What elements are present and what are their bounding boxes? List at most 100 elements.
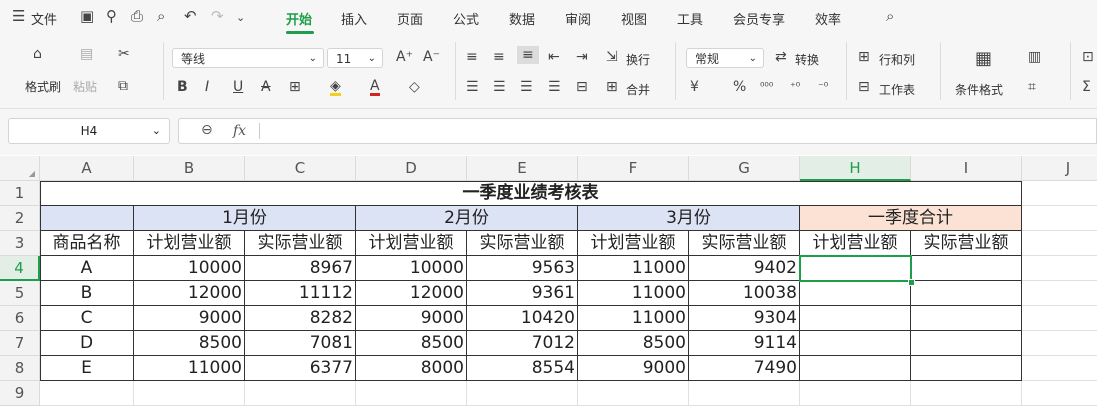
revenue-cell[interactable]: 8554: [467, 356, 578, 381]
conditional-format-icon[interactable]: ▦: [975, 48, 992, 69]
empty-cell[interactable]: [40, 381, 134, 406]
undo-icon[interactable]: ↶: [184, 7, 197, 25]
font-color-icon[interactable]: A: [370, 79, 380, 96]
zoom-icon[interactable]: ⊖: [201, 122, 213, 138]
align-bottom-icon[interactable]: ≡: [517, 46, 539, 64]
column-header-h[interactable]: H: [800, 156, 911, 181]
revenue-cell[interactable]: 11112: [245, 281, 356, 306]
product-name-cell[interactable]: A: [40, 256, 134, 281]
revenue-cell[interactable]: 10038: [689, 281, 800, 306]
align-top-icon[interactable]: ≡: [466, 49, 478, 65]
strikethrough-icon[interactable]: A: [261, 79, 271, 95]
row-header-2[interactable]: 2: [0, 206, 40, 231]
align-middle-icon[interactable]: ≡: [493, 49, 505, 65]
quarter-total-header[interactable]: 一季度合计: [800, 206, 1022, 231]
planned-revenue-header[interactable]: 计划营业额: [134, 231, 245, 256]
quarter-actual-total-cell[interactable]: [911, 256, 1022, 281]
revenue-cell[interactable]: 9563: [467, 256, 578, 281]
revenue-cell[interactable]: 9114: [689, 331, 800, 356]
column-header-f[interactable]: F: [578, 156, 689, 181]
actual-revenue-header[interactable]: 实际营业额: [245, 231, 356, 256]
thousands-icon[interactable]: ⁰⁰⁰: [760, 80, 773, 93]
month-header[interactable]: 3月份: [578, 206, 800, 231]
quick-access-dropdown-icon[interactable]: ⌄: [236, 11, 245, 24]
empty-cell[interactable]: [1022, 281, 1097, 306]
percent-icon[interactable]: %: [733, 79, 746, 95]
format-painter-label[interactable]: 格式刷: [25, 78, 61, 95]
tab-data[interactable]: 数据: [509, 9, 535, 28]
paste-label[interactable]: 粘贴: [73, 78, 97, 95]
actual-revenue-header[interactable]: 实际营业额: [689, 231, 800, 256]
save-icon[interactable]: ▣: [80, 7, 94, 25]
revenue-cell[interactable]: 8500: [578, 331, 689, 356]
row-header-6[interactable]: 6: [0, 306, 40, 331]
column-header-d[interactable]: D: [356, 156, 467, 181]
revenue-cell[interactable]: 9000: [356, 306, 467, 331]
font-name-select[interactable]: 等线 ⌄: [172, 48, 324, 68]
quarter-actual-total-cell[interactable]: [911, 356, 1022, 381]
sum-icon[interactable]: Σ: [1082, 79, 1091, 95]
border-icon[interactable]: ⊞: [289, 79, 301, 95]
row-header-9[interactable]: 9: [0, 381, 40, 406]
month-header[interactable]: 1月份: [134, 206, 356, 231]
cell-style-icon[interactable]: ▥: [1028, 49, 1041, 65]
revenue-cell[interactable]: 9402: [689, 256, 800, 281]
quarter-plan-total-cell[interactable]: [800, 281, 911, 306]
revenue-cell[interactable]: 11000: [578, 306, 689, 331]
formula-input[interactable]: ⊖ fx: [178, 118, 1097, 144]
product-name-cell[interactable]: E: [40, 356, 134, 381]
fx-icon[interactable]: fx: [233, 123, 246, 139]
quarter-plan-total-cell[interactable]: [800, 306, 911, 331]
distributed-icon[interactable]: ⊟: [576, 79, 588, 95]
row-header-4[interactable]: 4: [0, 256, 40, 281]
tab-member[interactable]: 会员专享: [733, 9, 785, 28]
empty-cell[interactable]: [134, 381, 245, 406]
cut-icon[interactable]: ✂: [118, 46, 130, 62]
wrap-text-label[interactable]: 换行: [626, 51, 650, 68]
paste-icon[interactable]: ▤: [80, 46, 93, 62]
tab-formulas[interactable]: 公式: [453, 9, 479, 28]
column-header-e[interactable]: E: [467, 156, 578, 181]
empty-cell[interactable]: [578, 381, 689, 406]
empty-cell[interactable]: [467, 381, 578, 406]
column-header-c[interactable]: C: [245, 156, 356, 181]
convert-label[interactable]: 转换: [795, 51, 819, 68]
align-right-icon[interactable]: ☰: [520, 79, 533, 95]
indent-decrease-icon[interactable]: ⇤: [548, 49, 560, 65]
empty-cell[interactable]: [800, 381, 911, 406]
cell-a2[interactable]: [40, 206, 134, 231]
worksheet-icon[interactable]: ⊟: [858, 79, 870, 95]
increase-decimal-icon[interactable]: ⁺⁰: [790, 80, 800, 93]
revenue-cell[interactable]: 9361: [467, 281, 578, 306]
empty-cell[interactable]: [245, 381, 356, 406]
column-header-i[interactable]: I: [911, 156, 1022, 181]
row-header-8[interactable]: 8: [0, 356, 40, 381]
tab-review[interactable]: 审阅: [565, 9, 591, 28]
revenue-cell[interactable]: 12000: [356, 281, 467, 306]
product-name-header[interactable]: 商品名称: [40, 231, 134, 256]
revenue-cell[interactable]: 8967: [245, 256, 356, 281]
currency-icon[interactable]: ¥: [690, 79, 699, 95]
search-icon[interactable]: ⌕: [886, 7, 894, 25]
decrease-decimal-icon[interactable]: ⁻⁰: [818, 80, 828, 93]
indent-increase-icon[interactable]: ⇥: [576, 49, 588, 65]
print-icon[interactable]: ⎙: [131, 7, 143, 25]
revenue-cell[interactable]: 10000: [134, 256, 245, 281]
align-left-icon[interactable]: ☰: [466, 79, 479, 95]
row-header-7[interactable]: 7: [0, 331, 40, 356]
empty-cell[interactable]: [911, 381, 1022, 406]
quarter-actual-total-cell[interactable]: [911, 306, 1022, 331]
bold-icon[interactable]: B: [177, 79, 188, 95]
revenue-cell[interactable]: 9304: [689, 306, 800, 331]
revenue-cell[interactable]: 7490: [689, 356, 800, 381]
quarter-actual-total-cell[interactable]: [911, 331, 1022, 356]
revenue-cell[interactable]: 7012: [467, 331, 578, 356]
empty-cell[interactable]: [1022, 356, 1097, 381]
empty-cell[interactable]: [1022, 381, 1097, 406]
row-header-1[interactable]: 1: [0, 181, 40, 206]
revenue-cell[interactable]: 6377: [245, 356, 356, 381]
active-cell-cursor[interactable]: [799, 255, 912, 282]
row-header-3[interactable]: 3: [0, 231, 40, 256]
select-all-corner[interactable]: ◢: [0, 156, 40, 181]
table-icon[interactable]: ⊡: [1082, 49, 1094, 65]
